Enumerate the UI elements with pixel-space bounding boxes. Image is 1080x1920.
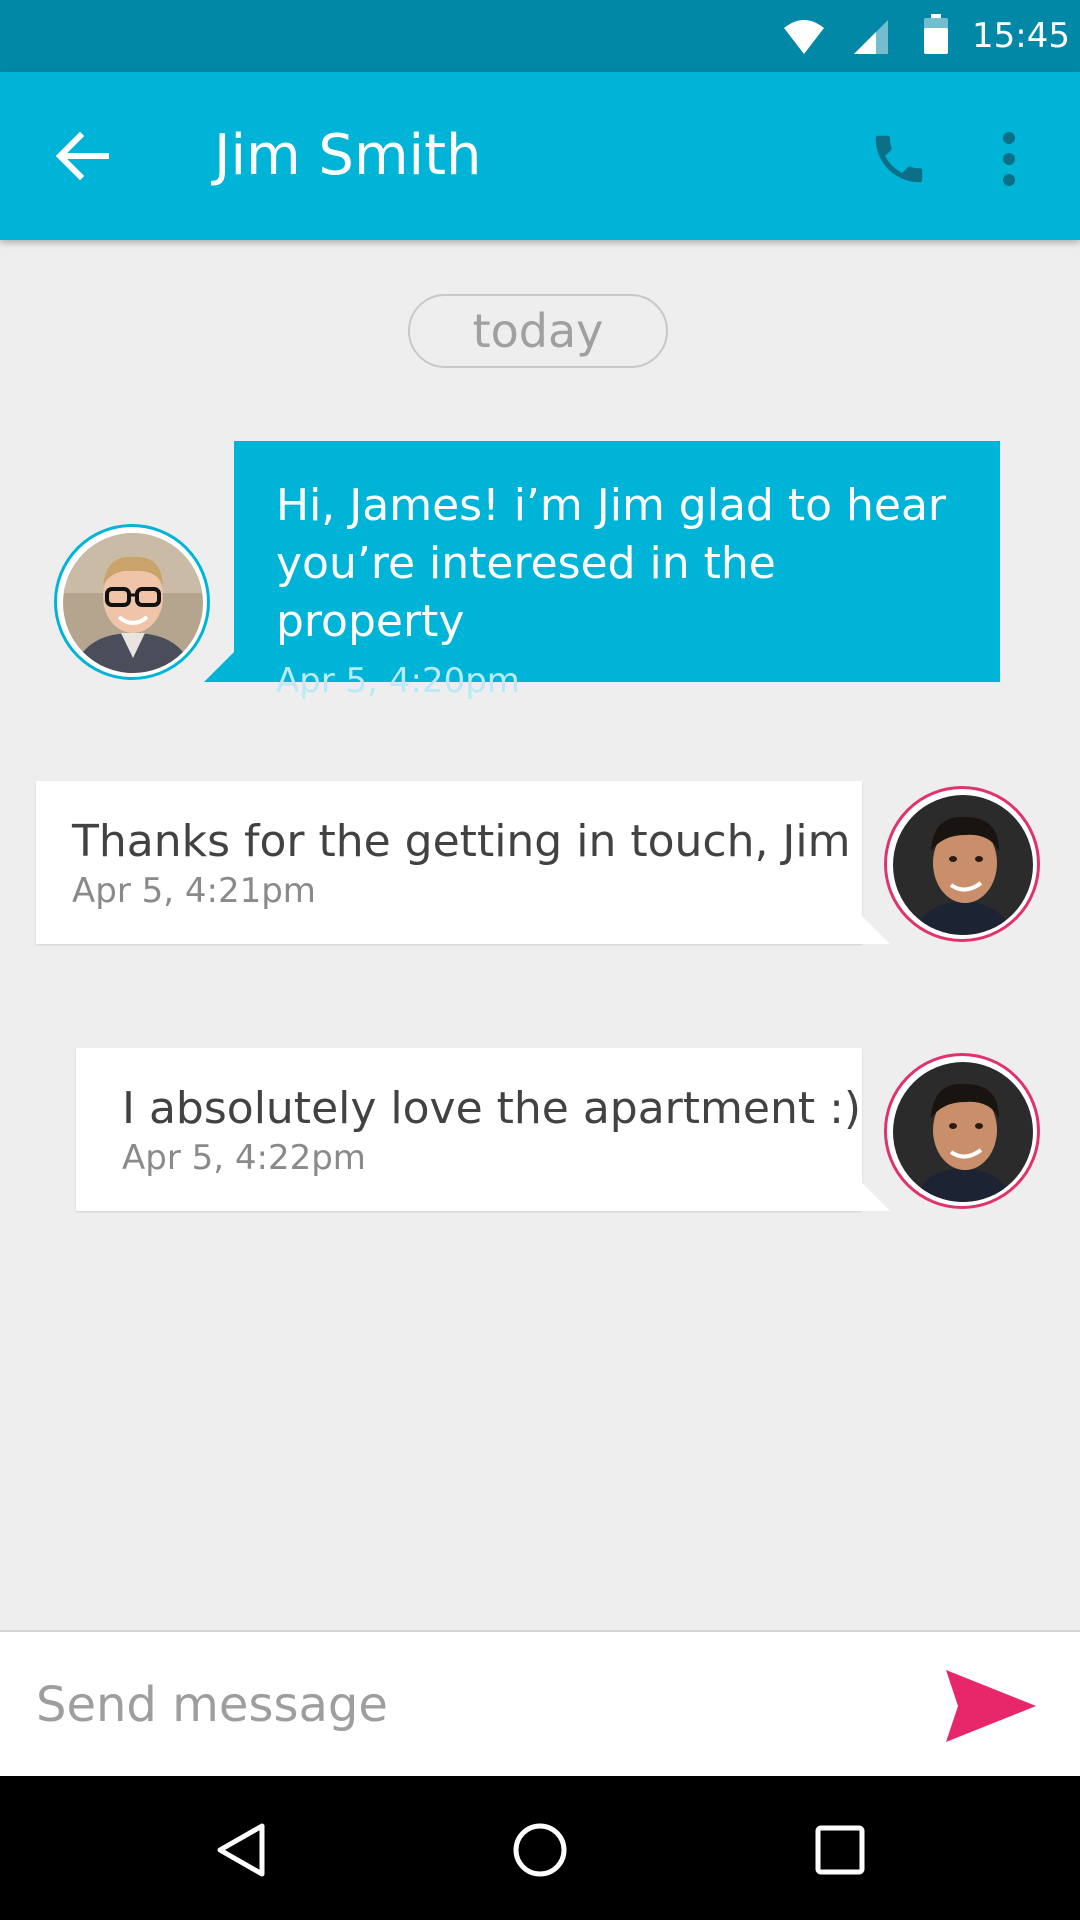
avatar-james-image — [893, 795, 1033, 935]
cellular-signal-icon — [854, 20, 888, 54]
bubble-tail — [862, 916, 890, 944]
nav-recents-icon[interactable] — [810, 1820, 870, 1880]
status-time: 15:45 — [972, 16, 1070, 56]
app-bar: Jim Smith — [0, 72, 1080, 240]
avatar-james — [884, 786, 1040, 942]
phone-icon[interactable] — [868, 128, 930, 190]
arrow-back-icon[interactable] — [52, 128, 112, 184]
message-text: I absolutely love the apartment :) — [122, 1083, 862, 1134]
avatar-jim — [54, 524, 210, 680]
status-bar: 15:45 — [0, 0, 1080, 72]
message-bubble-incoming[interactable]: I absolutely love the apartment :) Apr 5… — [76, 1048, 890, 1211]
message-text: Thanks for the getting in touch, Jim — [72, 816, 851, 867]
bubble-tail — [862, 1183, 890, 1211]
message-timestamp: Apr 5, 4:22pm — [122, 1138, 366, 1178]
avatar-jim-image — [63, 533, 203, 673]
message-text: Hi, James! i’m Jim glad to hear you’re i… — [276, 480, 947, 647]
message-bubble-outgoing[interactable]: Hi, James! i’m Jim glad to hear you’re i… — [204, 441, 1000, 701]
message-timestamp: Apr 5, 4:20pm — [276, 661, 520, 701]
battery-icon — [924, 14, 948, 54]
nav-home-icon[interactable] — [510, 1820, 570, 1880]
message-composer — [0, 1630, 1080, 1776]
bubble-tail — [204, 652, 234, 682]
message-bubble-incoming[interactable]: Thanks for the getting in touch, Jim Apr… — [36, 781, 890, 944]
system-nav-bar — [0, 1776, 1080, 1920]
message-input[interactable] — [36, 1660, 896, 1750]
conversation-title: Jim Smith — [214, 123, 482, 188]
message-timestamp: Apr 5, 4:21pm — [72, 871, 316, 911]
chat-screen: 15:45 Jim Smith today Hi, James! i’m Jim… — [0, 0, 1080, 1920]
more-vert-icon[interactable] — [994, 128, 1024, 190]
avatar-james-image — [893, 1062, 1033, 1202]
wifi-icon — [784, 20, 824, 54]
nav-back-icon[interactable] — [212, 1820, 272, 1880]
date-divider: today — [408, 294, 668, 368]
avatar-james — [884, 1053, 1040, 1209]
send-icon[interactable] — [944, 1666, 1038, 1746]
